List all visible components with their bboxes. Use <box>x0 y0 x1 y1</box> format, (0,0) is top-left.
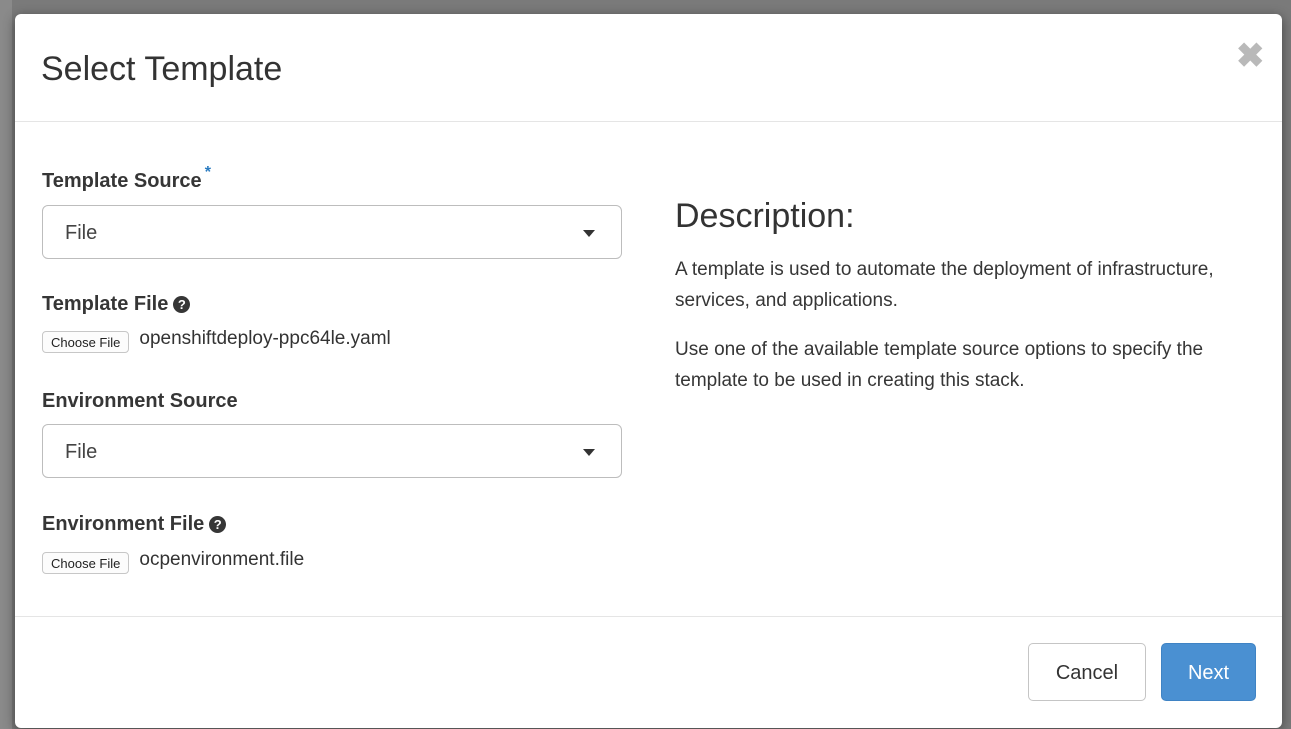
environment-file-label: Environment File? <box>42 513 227 536</box>
description-paragraph-2: Use one of the available template source… <box>675 339 1204 391</box>
environment-source-selected: File <box>65 441 98 463</box>
environment-source-select[interactable]: File <box>42 424 622 478</box>
environment-source-label-text: Environment Source <box>42 390 238 412</box>
cancel-button[interactable]: Cancel <box>1028 643 1146 701</box>
caret-down-icon <box>583 449 595 456</box>
required-marker: * <box>204 164 211 181</box>
environment-file-label-text: Environment File <box>42 513 205 535</box>
select-template-modal: Select Template ✖ Template Source * File … <box>15 14 1282 728</box>
template-choose-file-button[interactable]: Choose File <box>42 331 130 353</box>
modal-footer: Cancel Next <box>15 616 1282 728</box>
template-source-selected: File <box>65 222 98 244</box>
environment-file-row: Choose File ocpenvironment.file <box>42 549 305 578</box>
template-source-label: Template Source * <box>42 164 211 193</box>
question-circle-icon[interactable]: ? <box>209 516 227 533</box>
template-file-label: Template File? <box>42 293 191 316</box>
template-source-label-text: Template Source <box>42 170 202 192</box>
environment-source-label: Environment Source <box>42 390 238 413</box>
template-file-name: openshiftdeploy-ppc64le.yaml <box>139 328 391 349</box>
environment-file-name: ocpenvironment.file <box>139 549 305 570</box>
template-file-row: Choose File openshiftdeploy-ppc64le.yaml <box>42 328 391 357</box>
environment-choose-file-button[interactable]: Choose File <box>42 552 130 574</box>
modal-title: Select Template <box>41 50 283 88</box>
next-button[interactable]: Next <box>1161 643 1256 701</box>
modal-header: Select Template ✖ <box>15 14 1282 122</box>
description-title: Description: <box>675 197 855 235</box>
template-file-label-text: Template File <box>42 293 169 315</box>
question-circle-icon[interactable]: ? <box>173 296 191 313</box>
caret-down-icon <box>583 230 595 237</box>
modal-body: Template Source * File Template File? Cho… <box>15 122 1282 616</box>
template-source-select[interactable]: File <box>42 205 622 259</box>
close-icon[interactable]: ✖ <box>1236 39 1265 73</box>
description-paragraph-1: A template is used to automate the deplo… <box>675 259 1214 311</box>
backdrop-page-edge <box>0 0 12 729</box>
